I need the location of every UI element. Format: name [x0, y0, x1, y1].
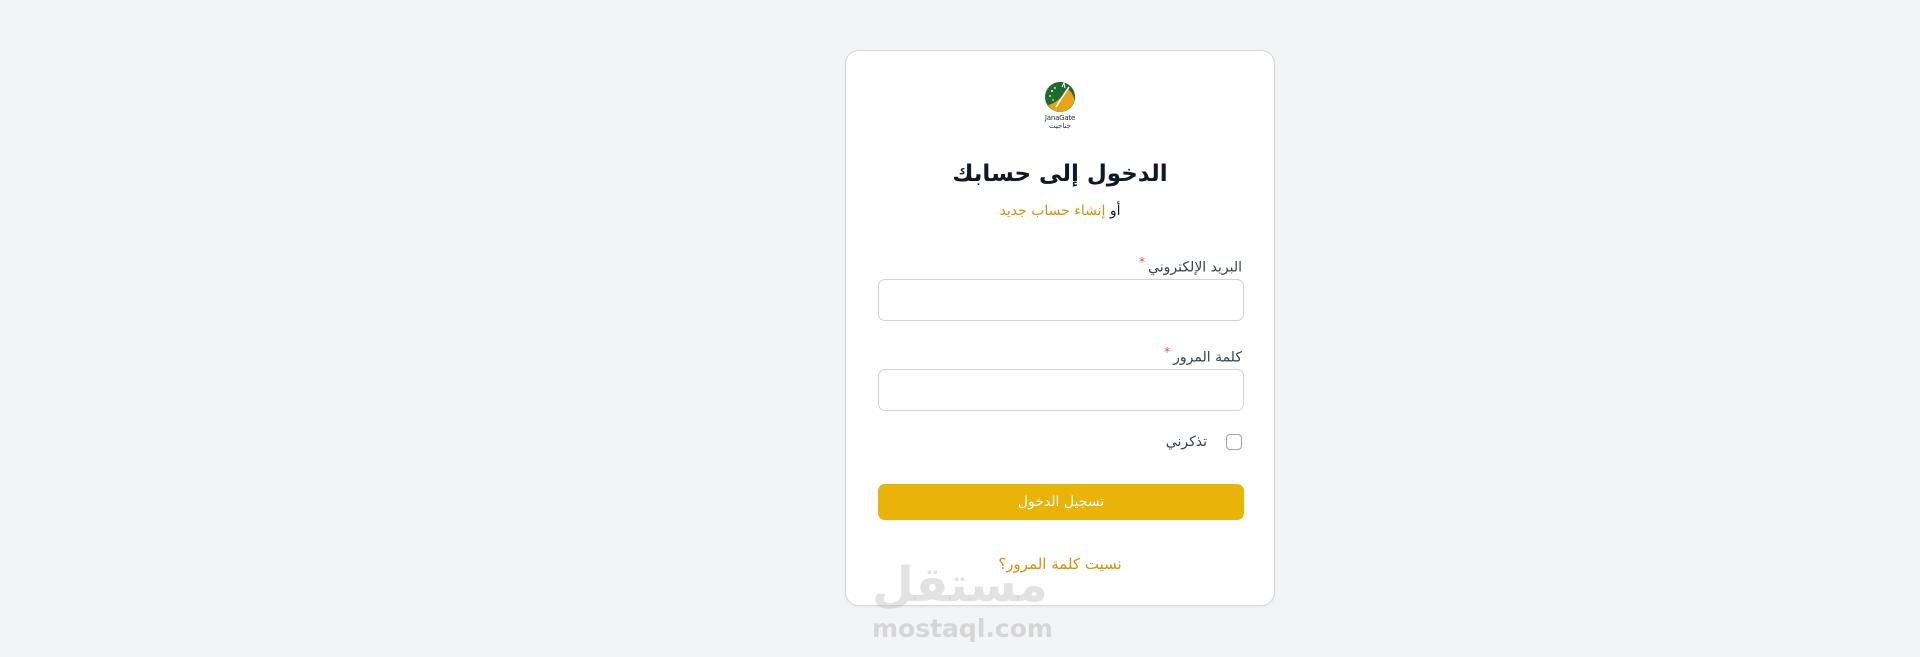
forgot-password-link[interactable]: نسيت كلمة المرور؟ [846, 555, 1274, 573]
page-title: الدخول إلى حسابك [952, 161, 1168, 187]
logo-text-en: JanaGate [1044, 114, 1076, 122]
subtitle: أو إنشاء حساب جديد [846, 203, 1274, 219]
login-card: JanaGate جناجيت الدخول إلى حسابك أو إنشا… [845, 50, 1275, 606]
password-required-mark: * [1164, 345, 1171, 359]
login-button[interactable]: تسجيل الدخول [878, 484, 1244, 520]
email-label: البريد الإلكتروني* [1139, 255, 1242, 276]
password-field[interactable] [878, 369, 1244, 411]
remember-me-row: تذكرني [1166, 434, 1242, 450]
email-field[interactable] [878, 279, 1244, 321]
logo-text-ar: جناجيت [1049, 122, 1071, 130]
logo-emblem-icon [1045, 81, 1075, 112]
remember-me-label[interactable]: تذكرني [1166, 434, 1207, 450]
password-label-text: كلمة المرور [1173, 349, 1242, 366]
janagate-logo: JanaGate جناجيت [1038, 81, 1082, 133]
create-account-link[interactable]: إنشاء حساب جديد [1000, 203, 1106, 219]
email-required-mark: * [1139, 255, 1146, 269]
email-label-text: البريد الإلكتروني [1148, 259, 1242, 276]
password-label: كلمة المرور* [1164, 345, 1242, 366]
or-text: أو [1109, 203, 1121, 219]
watermark-text-en: mostaql.com [872, 614, 1053, 643]
remember-me-checkbox[interactable] [1226, 434, 1242, 450]
